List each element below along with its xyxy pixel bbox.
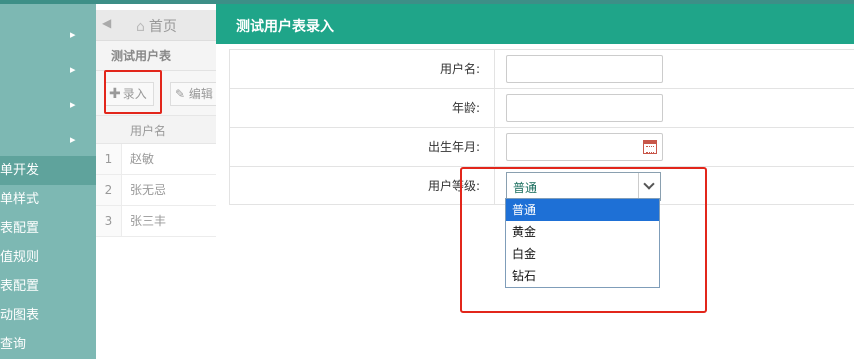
tab-home[interactable]: ⌂ 首页 <box>136 16 177 36</box>
sidebar-item[interactable]: 查询 <box>0 330 96 359</box>
grid-header: 用户名 <box>96 115 216 144</box>
sidebar-item[interactable]: 表配置 <box>0 272 96 301</box>
age-label: 年龄: <box>230 89 495 127</box>
edit-button[interactable]: ✎ 编辑 <box>170 82 220 106</box>
sidebar-item-label: 单开发 <box>0 163 40 178</box>
form-row-age: 年龄: <box>230 89 854 128</box>
pencil-icon: ✎ <box>175 87 186 101</box>
table-row[interactable]: 2 张无忌 <box>96 175 216 206</box>
tab-prev-icon[interactable]: ◀ <box>102 16 111 30</box>
username-label: 用户名: <box>230 50 495 88</box>
tab-bar: ◀ ⌂ 首页 <box>96 10 216 41</box>
dialog-title: 测试用户表录入 <box>236 19 334 35</box>
sidebar-item-label: 表配置 <box>0 279 40 294</box>
row-number: 3 <box>96 206 122 236</box>
table-row[interactable]: 3 张三丰 <box>96 206 216 237</box>
birth-label: 出生年月: <box>230 128 495 166</box>
row-name: 张无忌 <box>130 183 167 197</box>
row-number: 1 <box>96 144 122 174</box>
sidebar-item-label: 查询 <box>0 337 27 352</box>
sidebar-item[interactable]: 单样式 <box>0 185 96 214</box>
edit-button-label: 编辑 <box>188 87 213 101</box>
calendar-icon[interactable] <box>643 140 657 154</box>
sidebar-item-label: 值规则 <box>0 250 40 265</box>
birth-date-input[interactable] <box>506 133 663 161</box>
age-input[interactable] <box>506 94 663 122</box>
row-name: 张三丰 <box>130 214 167 228</box>
sidebar: ▸ ▸ ▸ ▸ 单开发 单样式 表配置 值规则 表配置 动图表 查询 <box>0 4 96 359</box>
form-row-birth: 出生年月: <box>230 128 854 167</box>
chevron-right-icon[interactable]: ▸ <box>70 28 80 42</box>
sidebar-item-label: 表配置 <box>0 221 40 236</box>
sidebar-item[interactable]: 单开发 <box>0 156 96 185</box>
column-header: 用户名 <box>130 124 167 138</box>
dialog-header[interactable]: 测试用户表录入 <box>216 4 854 44</box>
table-row[interactable]: 1 赵敏 <box>96 144 216 175</box>
form-row-username: 用户名: <box>230 50 854 89</box>
row-name: 赵敏 <box>130 152 155 166</box>
username-input[interactable] <box>506 55 663 83</box>
level-label: 用户等级: <box>230 167 495 205</box>
row-number: 2 <box>96 175 122 205</box>
sidebar-item-label: 动图表 <box>0 308 40 323</box>
panel-title: 测试用户表 <box>96 41 216 71</box>
chevron-right-icon[interactable]: ▸ <box>70 98 80 112</box>
home-icon: ⌂ <box>136 19 145 35</box>
sidebar-item[interactable]: 动图表 <box>0 301 96 330</box>
highlight-box <box>460 167 707 313</box>
highlight-box <box>104 70 162 114</box>
chevron-right-icon[interactable]: ▸ <box>70 63 80 77</box>
sidebar-item[interactable]: 值规则 <box>0 243 96 272</box>
sidebar-item[interactable]: 表配置 <box>0 214 96 243</box>
tab-home-label: 首页 <box>148 19 177 35</box>
chevron-right-icon[interactable]: ▸ <box>70 133 80 147</box>
sidebar-item-label: 单样式 <box>0 192 40 207</box>
